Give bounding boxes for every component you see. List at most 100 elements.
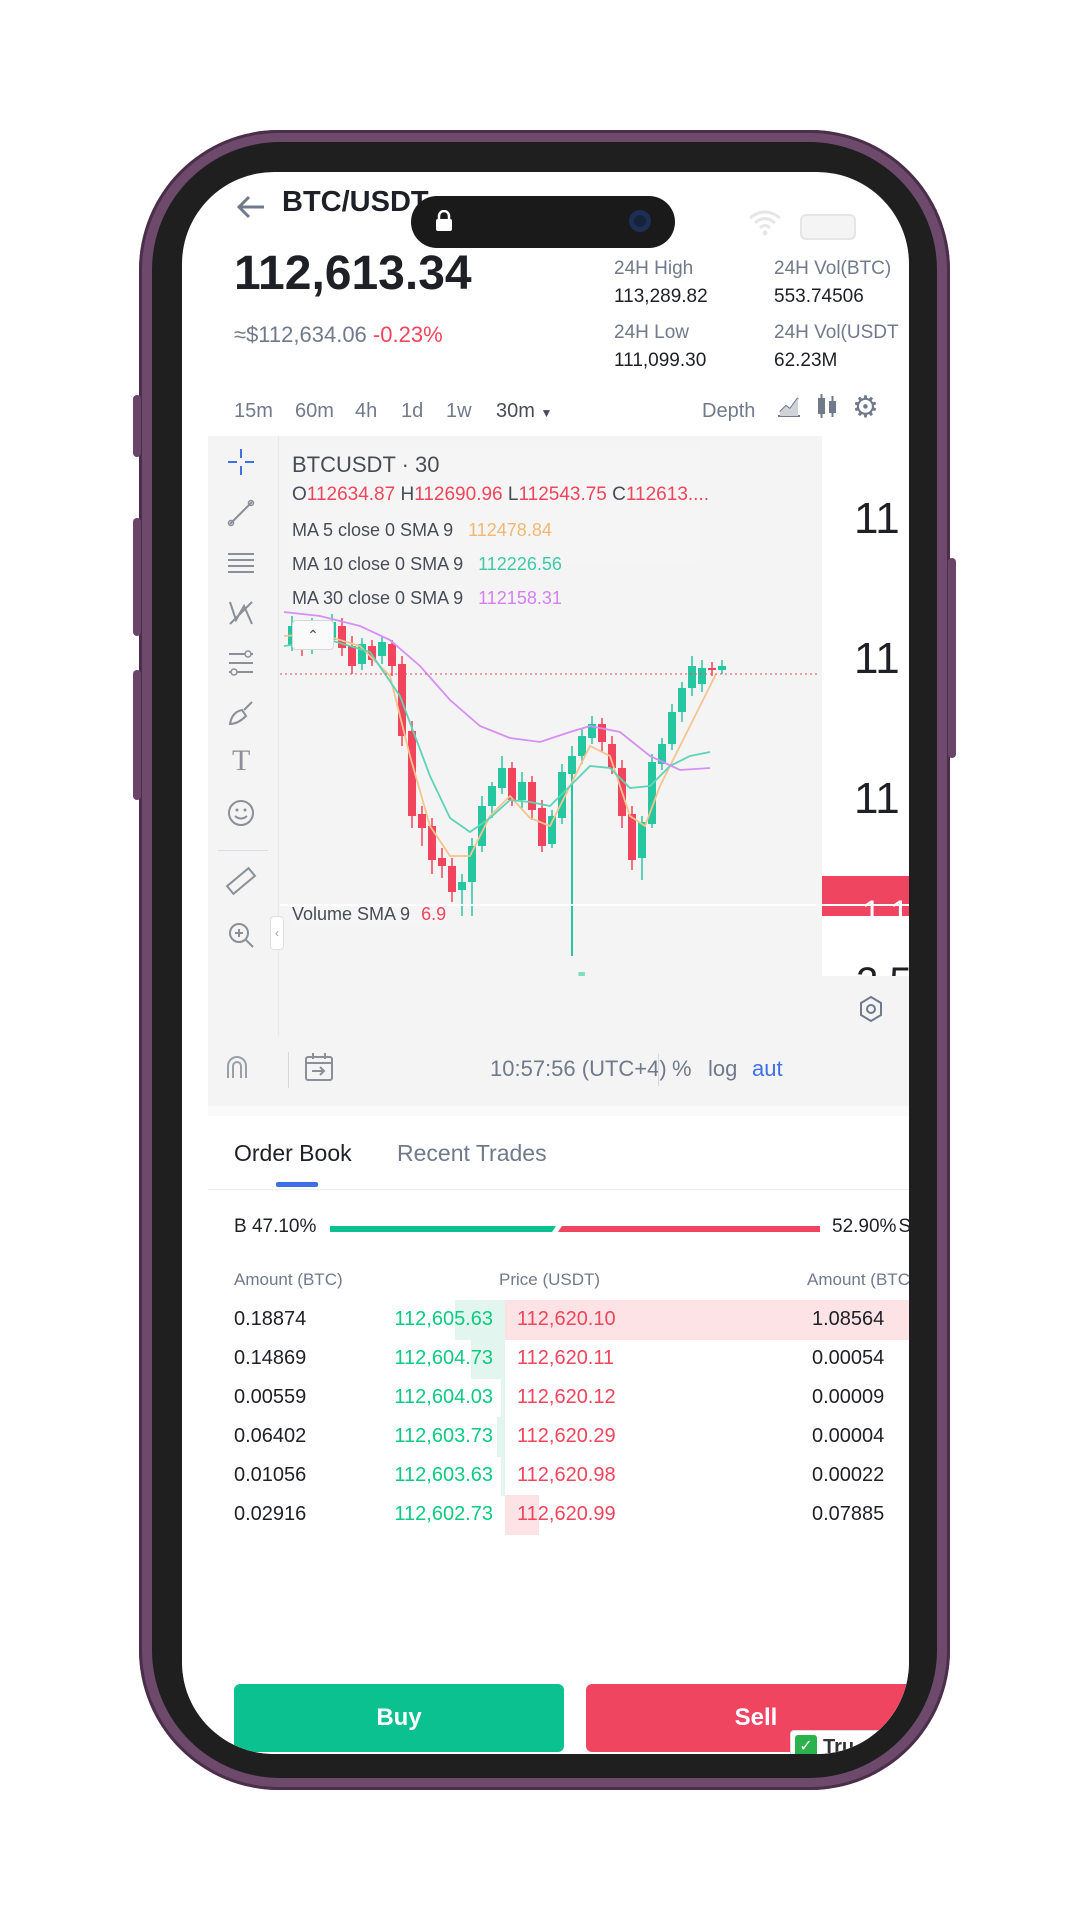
ohlc-close: 112613....: [625, 484, 709, 505]
auto-toggle[interactable]: aut: [752, 1056, 783, 1082]
bid-price: 112,605.63: [394, 1308, 493, 1330]
caret-down-icon: ▼: [540, 406, 553, 420]
tab-recent-trades[interactable]: Recent Trades: [397, 1140, 547, 1167]
calendar-goto-icon[interactable]: [302, 1050, 336, 1084]
stat-high-label: 24H High: [614, 258, 694, 279]
price-scale-label: 11: [854, 634, 900, 683]
fib-lines-icon[interactable]: [226, 548, 256, 578]
bid-amount: 0.01056: [234, 1464, 307, 1486]
sell-ratio: 52.90% S: [832, 1216, 909, 1238]
magnet-icon[interactable]: [222, 1052, 252, 1082]
bid-depth-bar: [501, 1456, 505, 1496]
ask-price: 112,620.29: [517, 1425, 616, 1447]
candle-body: [428, 826, 436, 860]
chart-time: 10:57:56 (UTC+4): [490, 1056, 667, 1081]
scale-settings-icon[interactable]: [856, 994, 886, 1024]
bid-price: 112,602.73: [394, 1503, 493, 1525]
candle-body: [668, 712, 676, 744]
candle-body: [538, 808, 546, 846]
ohlc-low: 112543.75: [518, 484, 607, 505]
tab-order-book[interactable]: Order Book: [234, 1140, 352, 1167]
phone-side-button: [133, 518, 141, 636]
collapse-legend-button[interactable]: ⌃: [292, 620, 334, 650]
ask-amount: 0.00022: [812, 1464, 885, 1486]
ohlc-open: 112634.87: [306, 484, 396, 505]
phone-side-button: [133, 670, 141, 800]
timeframe-selected-label: 30m: [496, 400, 535, 422]
timeframe-1d[interactable]: 1d: [401, 400, 423, 423]
bid-price: 112,604.73: [394, 1347, 493, 1369]
order-book-row[interactable]: 0.02916 112,602.73 112,620.99 0.07885: [182, 1495, 909, 1535]
ask-price: 112,620.12: [517, 1386, 616, 1408]
pattern-icon[interactable]: [226, 598, 256, 628]
timeframe-selected[interactable]: 30m ▼: [496, 400, 552, 423]
order-book-row[interactable]: 0.06402 112,603.73 112,620.29 0.00004: [182, 1417, 909, 1457]
battery-icon: [800, 214, 856, 240]
percent-toggle[interactable]: %: [672, 1056, 692, 1082]
candle-body: [388, 644, 396, 666]
order-book-row[interactable]: 0.00559 112,604.03 112,620.12 0.00009: [182, 1378, 909, 1418]
candle-body: [438, 858, 446, 866]
usd-equivalent: ≈$112,634.06 -0.23%: [234, 322, 443, 348]
depth-button[interactable]: Depth: [702, 400, 755, 423]
order-book-row[interactable]: 0.14869 112,604.73 112,620.11 0.00054: [182, 1339, 909, 1379]
settings-gear-icon[interactable]: ⚙: [852, 390, 879, 425]
trend-line-icon[interactable]: [226, 498, 256, 528]
timeframe-60m[interactable]: 60m: [295, 400, 334, 423]
candle-body: [518, 782, 526, 800]
bid-amount: 0.02916: [234, 1503, 307, 1525]
back-arrow-icon[interactable]: [236, 194, 266, 220]
bid-price: 112,603.63: [394, 1464, 493, 1486]
footer-divider: [288, 1052, 289, 1088]
ask-amount: 0.00054: [812, 1347, 885, 1369]
ma30-line: [283, 611, 711, 771]
trust-badge[interactable]: ✓ Tru: [790, 1730, 909, 1754]
text-tool-icon[interactable]: T: [232, 744, 250, 778]
bid-price: 112,603.73: [394, 1425, 493, 1447]
phone-side-button: [133, 395, 141, 457]
ohlc-l-label: L: [507, 484, 519, 505]
timeframe-4h[interactable]: 4h: [355, 400, 377, 423]
volume-value: 6.9: [421, 904, 447, 924]
candle-body: [498, 768, 506, 788]
candle-body: [488, 786, 496, 806]
ruler-icon[interactable]: [224, 864, 258, 898]
buy-button[interactable]: Buy: [234, 1684, 564, 1752]
buy-sell-ratio-bar: [330, 1226, 820, 1232]
candle-body: [448, 866, 456, 892]
ask-amount: 0.00004: [812, 1425, 885, 1447]
stat-vol-btc-value: 553.74506: [774, 286, 864, 307]
toolbar-divider: [218, 850, 268, 851]
pair-title[interactable]: BTC/USDT: [282, 186, 429, 219]
order-book-row[interactable]: 0.18874 112,605.63 112,620.10 1.08564: [182, 1300, 909, 1340]
bid-amount: 0.00559: [234, 1386, 307, 1408]
ma10-line: [283, 639, 711, 834]
candle-body: [528, 782, 536, 810]
timeframe-1w[interactable]: 1w: [446, 400, 472, 423]
sell-ratio-letter: S: [898, 1216, 909, 1237]
line-chart-icon[interactable]: [776, 394, 802, 418]
bid-amount: 0.18874: [234, 1308, 307, 1330]
ma5-label: MA 5 close 0 SMA 9: [292, 520, 454, 540]
header-ask-amount: Amount (BTC: [807, 1270, 909, 1289]
zoom-in-icon[interactable]: [226, 920, 256, 950]
crosshair-icon[interactable]: [226, 447, 256, 477]
candle-body: [508, 768, 516, 800]
ohlc-o-label: O: [292, 484, 307, 505]
stat-high-value: 113,289.82: [614, 286, 708, 307]
tab-active-indicator: [276, 1182, 318, 1187]
emoji-icon[interactable]: [226, 798, 256, 828]
header-price: Price (USDT): [499, 1270, 601, 1289]
brush-icon[interactable]: [226, 698, 256, 728]
bid-depth-bar: [501, 1378, 505, 1418]
candle-body: [458, 882, 466, 890]
stat-low-value: 111,099.30: [614, 350, 707, 371]
measure-range-icon[interactable]: [226, 648, 256, 678]
ask-price: 112,620.99: [517, 1503, 616, 1525]
candlestick-icon[interactable]: [814, 392, 840, 420]
chart-bottom-strip: [280, 976, 909, 1036]
bid-amount: 0.06402: [234, 1425, 307, 1447]
timeframe-15m[interactable]: 15m: [234, 400, 273, 423]
order-book-row[interactable]: 0.01056 112,603.63 112,620.98 0.00022: [182, 1456, 909, 1496]
log-toggle[interactable]: log: [708, 1056, 737, 1082]
